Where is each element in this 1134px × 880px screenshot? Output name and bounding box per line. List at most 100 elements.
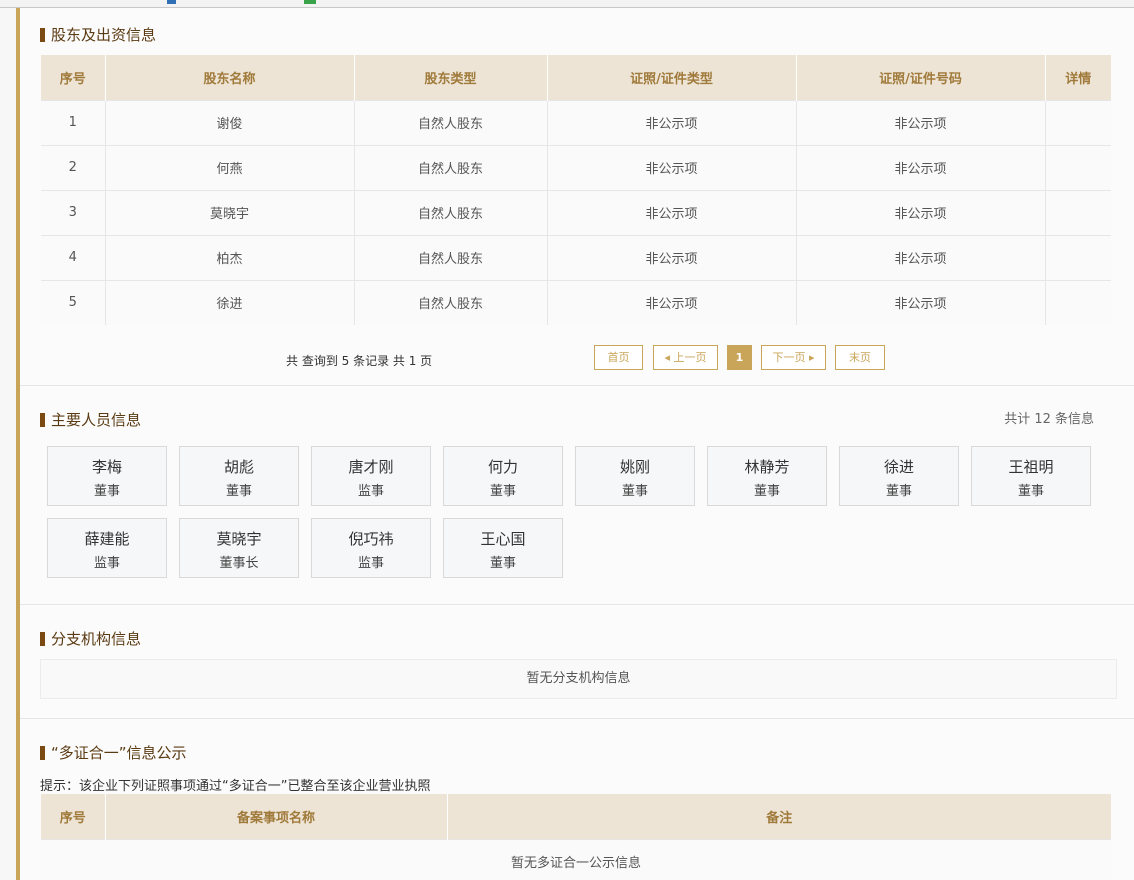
cell-detail[interactable]	[1045, 99, 1111, 145]
shareholders-title-text: 股东及出资信息	[51, 26, 157, 44]
person-card[interactable]: 何力 董事	[443, 446, 563, 506]
cell-index: 4	[41, 234, 106, 280]
multicert-section-title: “多证合一”信息公示	[40, 742, 187, 763]
browser-top-strip	[0, 0, 1134, 8]
branches-empty-message: 暂无分支机构信息	[40, 659, 1117, 699]
col-remark: 备注	[447, 794, 1111, 839]
cell-index: 2	[41, 144, 106, 190]
shareholders-table: 序号 股东名称 股东类型 证照/证件类型 证照/证件号码 详情 1 谢俊 自然人…	[41, 55, 1111, 325]
person-role: 董事	[225, 484, 252, 499]
person-role: 董事	[489, 484, 516, 499]
person-card[interactable]: 李梅 董事	[47, 446, 167, 506]
cell-index: 1	[41, 99, 106, 145]
multicert-empty-message: 暂无多证合一公示信息	[41, 838, 1111, 880]
current-page-button[interactable]: 1	[727, 345, 752, 370]
prev-page-button[interactable]: ◂ 上一页	[653, 345, 718, 370]
personnel-section-title: 主要人员信息	[40, 409, 141, 430]
personnel-title-text: 主要人员信息	[51, 411, 142, 429]
cell-cert-number: 非公示项	[796, 144, 1046, 190]
branches-section-title: 分支机构信息	[40, 628, 141, 649]
person-card[interactable]: 胡彪 董事	[179, 446, 299, 506]
cell-cert-number: 非公示项	[796, 279, 1046, 325]
cell-index: 5	[41, 279, 106, 325]
table-row: 2 何燕 自然人股东 非公示项 非公示项	[41, 144, 1111, 190]
person-role: 监事	[93, 556, 120, 571]
cell-type: 自然人股东	[354, 279, 548, 325]
section-divider	[20, 718, 1134, 719]
table-row: 1 谢俊 自然人股东 非公示项 非公示项	[41, 99, 1111, 145]
cell-type: 自然人股东	[354, 144, 548, 190]
col-index: 序号	[41, 794, 106, 839]
person-card[interactable]: 王祖明 董事	[971, 446, 1091, 506]
cell-cert-type: 非公示项	[547, 189, 797, 235]
cell-cert-type: 非公示项	[547, 279, 797, 325]
multicert-title-text: “多证合一”信息公示	[51, 744, 187, 762]
person-role: 董事	[621, 484, 648, 499]
table-row: 暂无多证合一公示信息	[41, 838, 1111, 880]
multicert-table: 序号 备案事项名称 备注 暂无多证合一公示信息	[41, 794, 1111, 880]
table-row: 4 柏杰 自然人股东 非公示项 非公示项	[41, 234, 1111, 280]
col-record-name: 备案事项名称	[105, 794, 448, 839]
title-bar-icon	[40, 27, 45, 42]
person-name: 莫晓宇	[216, 530, 262, 548]
person-role: 董事	[753, 484, 780, 499]
cell-name: 徐进	[105, 279, 355, 325]
pager-summary: 共 查询到 5 条记录 共 1 页	[286, 354, 433, 368]
col-type: 股东类型	[354, 55, 548, 100]
person-card[interactable]: 王心国 董事	[443, 518, 563, 578]
title-bar-icon	[40, 631, 45, 646]
multicert-hint: 提示：该企业下列证照事项通过“多证合一”已整合至该企业营业执照	[40, 779, 431, 794]
last-page-button[interactable]: 末页	[835, 345, 885, 370]
person-card[interactable]: 林静芳 董事	[707, 446, 827, 506]
col-detail: 详情	[1045, 55, 1111, 100]
section-divider	[20, 385, 1134, 386]
person-role: 董事	[93, 484, 120, 499]
cell-detail[interactable]	[1045, 189, 1111, 235]
cell-name: 何燕	[105, 144, 355, 190]
person-role: 董事	[885, 484, 912, 499]
cell-name: 莫晓宇	[105, 189, 355, 235]
blue-tab-marker-icon	[167, 0, 176, 4]
person-role: 董事长	[219, 556, 259, 571]
person-name: 何力	[487, 458, 518, 476]
person-card[interactable]: 徐进 董事	[839, 446, 959, 506]
person-role: 监事	[357, 484, 384, 499]
person-role: 董事	[489, 556, 516, 571]
table-header-row: 序号 股东名称 股东类型 证照/证件类型 证照/证件号码 详情	[41, 55, 1111, 100]
person-card[interactable]: 倪巧祎 监事	[311, 518, 431, 578]
cell-cert-type: 非公示项	[547, 234, 797, 280]
person-role: 监事	[357, 556, 384, 571]
person-card[interactable]: 唐才刚 监事	[311, 446, 431, 506]
person-role: 董事	[1017, 484, 1044, 499]
person-card[interactable]: 薛建能 监事	[47, 518, 167, 578]
person-card[interactable]: 莫晓宇 董事长	[179, 518, 299, 578]
table-header-row: 序号 备案事项名称 备注	[41, 794, 1111, 839]
person-name: 唐才刚	[348, 458, 394, 476]
personnel-count: 共计 12 条信息	[1004, 412, 1094, 427]
cell-name: 柏杰	[105, 234, 355, 280]
cell-type: 自然人股东	[354, 99, 548, 145]
col-cert-number: 证照/证件号码	[796, 55, 1046, 100]
cell-index: 3	[41, 189, 106, 235]
person-name: 胡彪	[223, 458, 254, 476]
person-card[interactable]: 姚刚 董事	[575, 446, 695, 506]
person-name: 姚刚	[619, 458, 650, 476]
table-row: 5 徐进 自然人股东 非公示项 非公示项	[41, 279, 1111, 325]
person-name: 林静芳	[744, 458, 790, 476]
green-tab-marker-icon	[304, 0, 316, 4]
cell-cert-number: 非公示项	[796, 189, 1046, 235]
cell-type: 自然人股东	[354, 234, 548, 280]
table-row: 3 莫晓宇 自然人股东 非公示项 非公示项	[41, 189, 1111, 235]
cell-cert-type: 非公示项	[547, 144, 797, 190]
title-bar-icon	[40, 412, 45, 427]
cell-cert-number: 非公示项	[796, 234, 1046, 280]
col-name: 股东名称	[105, 55, 355, 100]
section-divider	[20, 604, 1134, 605]
title-bar-icon	[40, 745, 45, 760]
cell-detail[interactable]	[1045, 144, 1111, 190]
first-page-button[interactable]: 首页	[594, 345, 643, 370]
person-name: 王祖明	[1008, 458, 1054, 476]
next-page-button[interactable]: 下一页 ▸	[761, 345, 826, 370]
cell-detail[interactable]	[1045, 234, 1111, 280]
cell-detail[interactable]	[1045, 279, 1111, 325]
